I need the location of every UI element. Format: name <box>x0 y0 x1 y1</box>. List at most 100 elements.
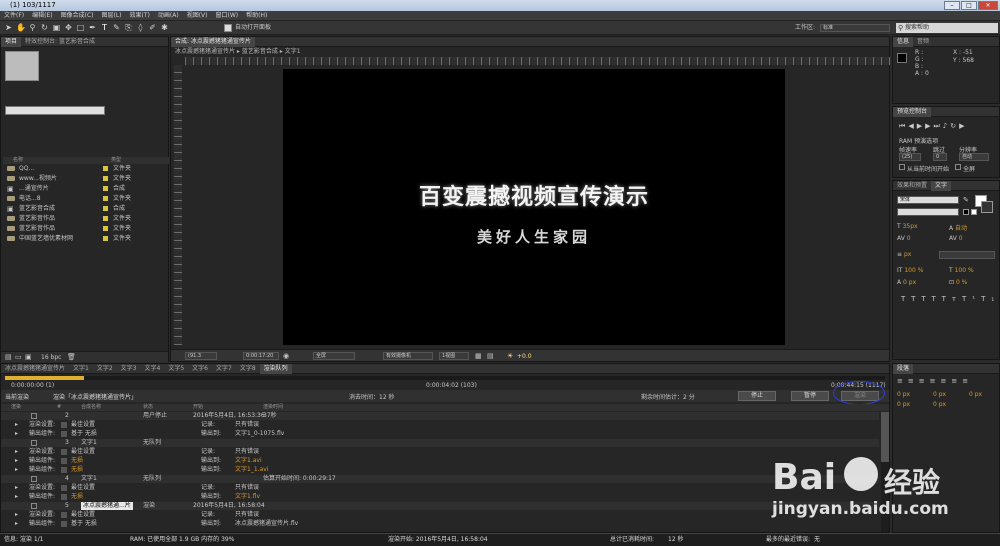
col-status[interactable]: 状态 <box>143 404 153 411</box>
project-list-item[interactable]: ▣ 蓝艺影音合成 合成 <box>3 205 169 213</box>
font-style-select[interactable] <box>897 208 959 216</box>
project-list-item[interactable]: www...视频片 文件夹 <box>3 175 169 183</box>
expand-triangle-icon[interactable]: ▸ <box>15 430 18 438</box>
setting-value[interactable]: 无损 <box>71 466 83 474</box>
horizontal-scale-value[interactable]: 100 % <box>955 267 974 274</box>
align-right-icon[interactable]: ≡ <box>919 377 930 385</box>
breadcrumb-item-main[interactable]: 冰点震撼猪猪通宣传片 <box>175 48 235 55</box>
menu-layer[interactable]: 图层(L) <box>98 11 126 21</box>
space-before-value[interactable]: 0 px <box>897 401 910 408</box>
label-color-icon[interactable] <box>103 166 108 171</box>
label-color-icon[interactable] <box>103 236 108 241</box>
timeline-tab[interactable]: 文字3 <box>117 364 141 374</box>
expand-triangle-icon[interactable]: ▸ <box>15 520 18 528</box>
menu-window[interactable]: 窗口(W) <box>211 11 242 21</box>
tab-character[interactable]: 文字 <box>931 181 952 191</box>
project-search-input[interactable] <box>5 106 105 115</box>
render-item-row[interactable]: 3 文字1 无队列 <box>1 439 879 447</box>
col-render-time[interactable]: 渲染时间 <box>263 404 283 411</box>
render-setting-row[interactable]: ▸ 输出组件: 无损 输出到: 文字1_1.avi <box>1 466 879 474</box>
setting-dropdown-icon[interactable] <box>61 521 67 527</box>
justify-left-icon[interactable]: ≡ <box>930 377 941 385</box>
hand-tool-icon[interactable]: ✋ <box>16 23 26 32</box>
baseline-shift-value[interactable]: 0 px <box>903 279 916 286</box>
menu-composition[interactable]: 图像合成(C) <box>57 11 98 21</box>
render-checkbox[interactable] <box>31 413 37 419</box>
roto-brush-tool-icon[interactable]: ✐ <box>148 23 157 32</box>
timeline-tab[interactable]: 文字6 <box>188 364 212 374</box>
last-frame-icon[interactable]: ⏭ <box>933 122 942 130</box>
subscript-icon[interactable]: T₁ <box>981 295 1000 303</box>
maximize-button[interactable]: □ <box>961 1 977 10</box>
setting-value[interactable]: 最佳设置 <box>71 448 95 456</box>
tab-info[interactable]: 信息 <box>893 37 914 47</box>
delete-icon[interactable]: 🗑 <box>67 353 76 361</box>
col-render[interactable]: 渲染 <box>11 404 21 411</box>
setting-dropdown-icon[interactable] <box>61 458 67 464</box>
setting-dropdown-icon[interactable] <box>61 422 67 428</box>
expand-triangle-icon[interactable]: ▸ <box>15 511 18 519</box>
faux-bold-icon[interactable]: T <box>901 295 911 303</box>
setting-value-2[interactable]: 只有错误 <box>235 448 259 456</box>
space-after-value[interactable]: 0 px <box>933 401 946 408</box>
timeline-tab[interactable]: 文字4 <box>141 364 165 374</box>
expand-triangle-icon[interactable]: ▸ <box>15 448 18 456</box>
close-button[interactable]: ✕ <box>978 1 998 10</box>
timeline-tab[interactable]: 文字1 <box>69 364 93 374</box>
label-color-icon[interactable] <box>103 196 108 201</box>
breadcrumb-item-comp[interactable]: 蓝艺影音合成 <box>242 48 278 55</box>
exposure-icon[interactable]: ☀ <box>507 352 513 360</box>
pause-button[interactable]: 暂停 <box>791 391 829 401</box>
eraser-tool-icon[interactable]: ◊ <box>136 23 145 32</box>
exposure-offset[interactable]: +0.0 <box>517 353 532 360</box>
bpc-toggle[interactable]: 16 bpc <box>41 354 61 361</box>
first-frame-icon[interactable]: ⏮ <box>899 122 908 130</box>
project-list-item[interactable]: 蓝艺影音作品 文件夹 <box>3 215 169 223</box>
breadcrumb-item-text[interactable]: 文字1 <box>285 48 301 55</box>
col-type[interactable]: 类型 <box>111 157 121 164</box>
render-setting-row[interactable]: ▸ 渲染设置: 最佳设置 记录: 只有错误 <box>1 421 879 429</box>
menu-file[interactable]: 文件(F) <box>0 11 28 21</box>
setting-value-2[interactable]: 文字1.flv <box>235 493 260 501</box>
expand-triangle-icon[interactable]: ▸ <box>15 466 18 474</box>
expand-triangle-icon[interactable]: ▸ <box>15 457 18 465</box>
views-select[interactable]: 1视图 <box>439 352 469 360</box>
menu-animation[interactable]: 动画(A) <box>154 11 183 21</box>
render-checkbox[interactable] <box>31 440 37 446</box>
col-comp-name[interactable]: 合成名称 <box>81 404 101 411</box>
project-list-item[interactable]: ▣ ...通宣传片 合成 <box>3 185 169 193</box>
stop-button[interactable]: 停止 <box>738 391 776 401</box>
prev-frame-icon[interactable]: ◀ <box>908 122 916 130</box>
justify-center-icon[interactable]: ≡ <box>941 377 952 385</box>
from-current-checkbox[interactable] <box>899 164 905 170</box>
stroke-color-swatch[interactable] <box>981 201 993 213</box>
ram-options-label[interactable]: RAM 预演选项 <box>899 136 938 145</box>
rotate-tool-icon[interactable]: ↻ <box>40 23 49 32</box>
setting-dropdown-icon[interactable] <box>61 467 67 473</box>
camera-select[interactable]: 有效摄像机 <box>383 352 433 360</box>
workspace-select[interactable]: 标准 <box>820 24 890 32</box>
setting-value-2[interactable]: 文字1_0-1075.flv <box>235 430 284 438</box>
magnification-select[interactable]: (91.3 <box>185 352 217 360</box>
col-started[interactable]: 开始 <box>193 404 203 411</box>
rectangle-tool-icon[interactable]: □ <box>76 23 85 32</box>
font-size-value[interactable]: 35px <box>903 223 918 230</box>
project-list-item[interactable]: 电话...8 文件夹 <box>3 195 169 203</box>
setting-dropdown-icon[interactable] <box>61 431 67 437</box>
render-setting-row[interactable]: ▸ 渲染设置: 最佳设置 记录: 只有错误 <box>1 511 879 519</box>
label-color-icon[interactable] <box>103 206 108 211</box>
indent-left-value[interactable]: 0 px <box>897 391 910 398</box>
setting-value[interactable]: 最佳设置 <box>71 421 95 429</box>
selection-tool-icon[interactable]: ➤ <box>4 23 13 32</box>
pen-tool-icon[interactable]: ✒ <box>88 23 97 32</box>
current-time-display[interactable]: 0:00:17:20 <box>243 352 279 360</box>
stroke-order-select[interactable] <box>939 251 995 259</box>
tsume-value[interactable]: 0 % <box>956 279 967 286</box>
align-left-icon[interactable]: ≡ <box>897 377 908 385</box>
skip-field[interactable]: 0 <box>933 153 947 161</box>
eyedropper-icon[interactable]: ✎ <box>963 196 969 204</box>
render-item-row[interactable]: 4 文字1 无队列 估算开始时间: 0:00:29:17 <box>1 475 879 483</box>
clone-stamp-tool-icon[interactable]: ⎘ <box>124 23 133 32</box>
render-setting-row[interactable]: ▸ 渲染设置: 最佳设置 记录: 只有错误 <box>1 484 879 492</box>
timeline-tab[interactable]: 冰点震撼猪猪通宣传片 <box>1 364 69 374</box>
